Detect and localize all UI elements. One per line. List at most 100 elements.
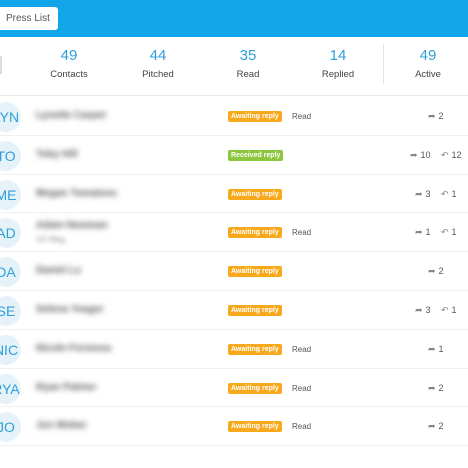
- stat-value: 35: [239, 47, 257, 64]
- avatar[interactable]: SE: [0, 295, 21, 326]
- stat-label: Read: [236, 69, 260, 80]
- status-badge: Received reply: [228, 149, 284, 161]
- press-list-button[interactable]: Press List: [0, 7, 58, 30]
- avatar[interactable]: JO: [0, 412, 21, 443]
- contact-name[interactable]: Jon Weber: [36, 420, 87, 431]
- status-badge: Awaiting reply: [228, 382, 282, 394]
- contact-name[interactable]: Toby Hill: [36, 149, 77, 160]
- stat-label: Contacts: [50, 69, 88, 80]
- read-label: Read: [292, 228, 312, 238]
- contact-row[interactable]: AD Adam Newman UX Mag Awaiting reply Read ➦ 1…: [0, 213, 468, 253]
- stat-read[interactable]: 35 Read: [203, 47, 293, 81]
- stats-divider: [383, 44, 384, 84]
- paper-plane-icon: ➦: [415, 188, 423, 199]
- stat-value: 49: [60, 47, 78, 64]
- contact-row[interactable]: DA Daniel Lu Awaiting reply ➦ 2: [0, 252, 468, 291]
- read-label: Read: [292, 344, 312, 354]
- contact-row[interactable]: JO Jon Weber Awaiting reply Read ➦ 2: [0, 407, 468, 447]
- contact-name[interactable]: Megan Tomatoes: [36, 188, 117, 199]
- reply-value: 1: [451, 304, 457, 315]
- avatar[interactable]: DA: [0, 257, 21, 288]
- paper-plane-icon: ➦: [415, 227, 423, 238]
- sent-value: 2: [438, 382, 444, 393]
- stat-contacts[interactable]: 49 Contacts: [24, 47, 114, 81]
- sent-count: ➦ 3: [415, 188, 431, 200]
- top-bar: Press List: [0, 0, 468, 37]
- contact-list: LYNLynette CarpetAwaiting replyRead ➦2 T…: [0, 97, 468, 447]
- read-label: Read: [292, 112, 312, 121]
- sent-count: ➦ 2: [428, 110, 444, 122]
- reply-count: ↶ 1: [441, 188, 457, 200]
- reply-count: ↶ 1: [441, 226, 457, 238]
- sent-value: 10: [420, 149, 431, 160]
- sent-count: ➦ 2: [428, 265, 444, 277]
- read-label: Read: [292, 422, 312, 432]
- stat-value: 49: [419, 47, 437, 64]
- avatar[interactable]: ME: [0, 179, 21, 210]
- stat-pitched[interactable]: 44 Pitched: [113, 47, 203, 81]
- status-badge: Awaiting reply: [228, 304, 282, 316]
- read-label: Read: [292, 383, 312, 393]
- contact-name[interactable]: Ryan Palmer: [36, 382, 97, 393]
- reply-arrow-icon: ↶: [441, 304, 449, 315]
- reply-value: 12: [451, 149, 462, 160]
- stats-bar: 49 Contacts 44 Pitched 35 Read 14 Replie…: [0, 37, 468, 96]
- contact-name[interactable]: Daniel Lu: [36, 265, 81, 276]
- stat-value: 14: [329, 47, 347, 64]
- sent-value: 2: [438, 111, 444, 121]
- paper-plane-icon: ➦: [428, 266, 436, 277]
- reply-arrow-icon: ↶: [441, 188, 449, 199]
- stat-label: Active: [415, 69, 441, 80]
- contact-name[interactable]: Nicole Formosa: [36, 343, 111, 354]
- contact-name[interactable]: Lynette Carpet: [36, 110, 106, 121]
- sent-value: 2: [438, 266, 444, 277]
- status-badge: Awaiting reply: [228, 227, 282, 239]
- sent-value: 1: [425, 227, 431, 238]
- sent-count: ➦ 3: [415, 304, 431, 316]
- reply-value: 1: [451, 227, 457, 238]
- reply-arrow-icon: ↶: [441, 227, 449, 238]
- contact-row[interactable]: LYN Lynette Carpet Awaiting reply Read ➦2: [0, 97, 468, 136]
- reply-value: 1: [451, 188, 457, 199]
- contact-outlet: UX Mag: [36, 235, 65, 245]
- contact-name[interactable]: Selena Yeager: [36, 304, 104, 315]
- status-badge: Awaiting reply: [228, 188, 282, 200]
- stats-left-divider: [0, 56, 2, 74]
- avatar[interactable]: RYA: [0, 373, 21, 404]
- sent-value: 1: [438, 343, 444, 354]
- paper-plane-icon: ➦: [428, 111, 436, 121]
- status-badge: Awaiting reply: [228, 111, 282, 122]
- paper-plane-icon: ➦: [428, 421, 436, 432]
- sent-count: ➦ 2: [428, 420, 444, 432]
- paper-plane-icon: ➦: [410, 149, 418, 160]
- avatar[interactable]: TO: [0, 140, 21, 171]
- status-badge: Awaiting reply: [228, 421, 282, 433]
- reply-count: ↶ 12: [441, 149, 462, 161]
- contact-name[interactable]: Adam Newman: [36, 220, 108, 231]
- sent-value: 2: [438, 421, 444, 432]
- reply-count: ↶ 1: [441, 304, 457, 316]
- contact-row[interactable]: ME Megan Tomatoes Awaiting reply ➦ 3 ↶ 1: [0, 175, 468, 214]
- contact-row[interactable]: NIC Nicole Formosa Awaiting reply Read ➦1: [0, 330, 468, 369]
- stat-replied[interactable]: 14 Replied: [293, 47, 383, 81]
- paper-plane-icon: ➦: [428, 382, 436, 393]
- paper-plane-icon: ➦: [415, 304, 423, 315]
- stat-label: Pitched: [142, 69, 174, 80]
- stat-label: Replied: [321, 69, 355, 80]
- contact-row[interactable]: RYA Ryan Palmer Awaiting reply Read ➦2: [0, 369, 468, 408]
- stat-value: 44: [149, 47, 167, 64]
- contact-row[interactable]: SE Selena Yeager Awaiting reply ➦ 3 ↶ 1: [0, 291, 468, 330]
- avatar[interactable]: NIC: [0, 334, 21, 365]
- sent-count: ➦ 1: [428, 343, 444, 355]
- contact-row[interactable]: TO Toby Hill Received reply ➦ 10 ↶ 12: [0, 136, 468, 175]
- sent-count: ➦ 2: [428, 382, 444, 394]
- stat-active[interactable]: 49 Active: [383, 47, 468, 81]
- avatar[interactable]: AD: [0, 218, 21, 249]
- status-badge: Awaiting reply: [228, 266, 282, 278]
- sent-count: ➦ 1: [415, 226, 431, 238]
- avatar[interactable]: LYN: [0, 102, 21, 132]
- paper-plane-icon: ➦: [428, 343, 436, 354]
- status-badge: Awaiting reply: [228, 343, 282, 355]
- sent-value: 3: [425, 304, 431, 315]
- sent-count: ➦ 10: [410, 149, 431, 161]
